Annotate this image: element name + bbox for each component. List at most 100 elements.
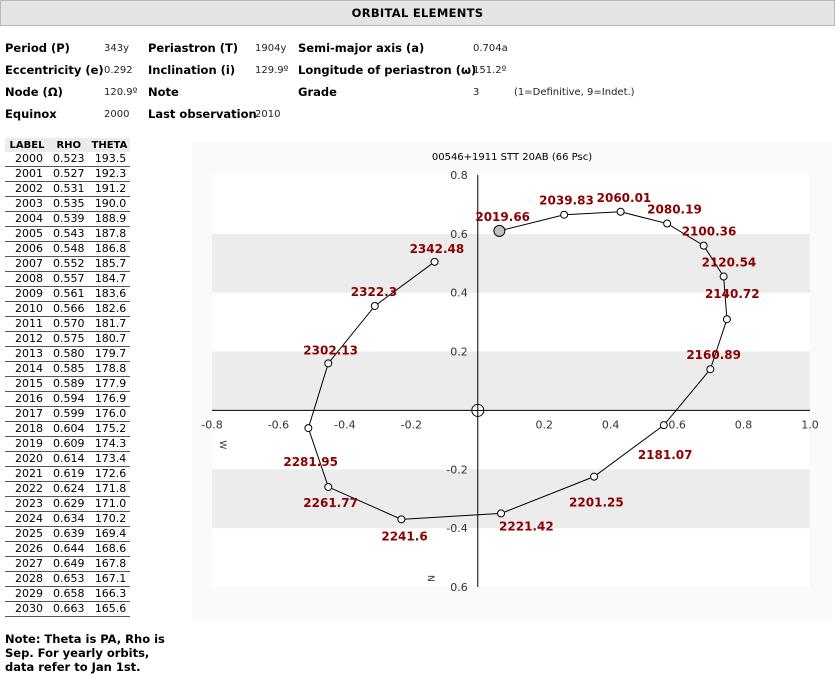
orbit-point-label: 2160.89 [686,348,741,362]
row-rho: 0.594 [49,391,89,407]
table-row: 2005 0.543 187.8 [5,226,131,242]
row-rho: 0.653 [49,571,89,587]
row-label: 2013 [5,346,49,362]
orbit-point [722,315,731,324]
orbit-point-label: 2080.19 [647,203,702,217]
table-row: 2030 0.663 165.6 [5,601,131,617]
table-row: 2017 0.599 176.0 [5,406,131,422]
row-label: 2016 [5,391,49,407]
row-theta: 178.8 [88,361,131,377]
row-theta: 180.7 [88,331,131,347]
row-rho: 0.644 [49,541,89,557]
table-row: 2027 0.649 167.8 [5,556,131,572]
row-label: 2022 [5,481,49,497]
row-theta: 179.7 [88,346,131,362]
row-theta: 187.8 [88,226,131,242]
x-tick-label: -0.6 [268,418,289,431]
orbit-chart: 00546+1911 STT 20AB (66 Psc) -0.8 -0.6 -0.… [201,152,819,594]
row-rho: 0.663 [49,601,89,617]
orbit-point-label: 2261.77 [303,496,358,510]
row-label: 2001 [5,166,49,182]
orbit-point-label: 2302.13 [303,343,358,357]
y-tick-label: 0.8 [450,169,468,182]
row-rho: 0.552 [49,256,89,272]
table-row: 2003 0.535 190.0 [5,196,131,212]
row-rho: 0.629 [49,496,89,512]
row-rho: 0.539 [49,211,89,227]
row-label: 2026 [5,541,49,557]
table-row: 2007 0.552 185.7 [5,256,131,272]
last-observation-value: 2010 [255,109,281,120]
grade-label: Grade [298,85,337,99]
table-row: 2014 0.585 178.8 [5,361,131,377]
orbit-point [663,219,672,228]
row-theta: 173.4 [88,451,131,467]
row-theta: 193.5 [88,152,131,167]
orbit-point-label: 2039.83 [539,194,594,208]
row-rho: 0.599 [49,406,89,422]
eccentricity-label: Eccentricity (e) [5,63,104,77]
table-row: 2009 0.561 183.6 [5,286,131,302]
row-rho: 0.614 [49,451,89,467]
orbit-point-label: 2120.54 [702,256,757,270]
row-rho: 0.543 [49,226,89,242]
x-tick-label: 0.6 [668,418,686,431]
orbit-point [430,257,439,266]
row-label: 2021 [5,466,49,482]
row-rho: 0.658 [49,586,89,602]
y-tick-label: 0.2 [450,346,468,359]
x-tick-label: 0.8 [735,418,753,431]
period-value: 343y [104,43,130,54]
table-row: 2000 0.523 193.5 [5,152,131,167]
y-tick-label: 0.6 [450,581,468,594]
orbit-point [324,359,333,368]
row-label: 2000 [5,152,49,167]
row-rho: 0.566 [49,301,89,317]
node-value: 120.9º [104,87,138,98]
row-rho: 0.580 [49,346,89,362]
row-rho: 0.634 [49,511,89,527]
x-tick-label: -0.2 [401,418,422,431]
row-theta: 176.0 [88,406,131,422]
row-rho: 0.609 [49,436,89,452]
table-row: 2010 0.566 182.6 [5,301,131,317]
row-rho: 0.575 [49,331,89,347]
row-label: 2017 [5,406,49,422]
orbit-point-label: 2322.3 [351,285,397,299]
row-label: 2028 [5,571,49,587]
semimajor-label: Semi-major axis (a) [298,41,425,55]
table-body: 2000 0.523 193.5 2001 0.527 192.3 2002 0.531 191… [5,152,131,617]
row-theta: 171.0 [88,496,131,512]
orbit-point-label: 2181.07 [638,448,693,462]
row-label: 2007 [5,256,49,272]
periastron-value: 1904y [255,43,287,54]
table-row: 2021 0.619 172.6 [5,466,131,482]
row-theta: 172.6 [88,466,131,482]
orbit-point [719,272,728,281]
orbit-point [370,301,379,310]
orbit-point-label: 2221.42 [499,519,554,533]
x-tick-label: 1.0 [801,418,819,431]
table-row: 2026 0.644 168.6 [5,541,131,557]
orbit-point-label: 2140.72 [705,287,760,301]
table-row: 2015 0.589 177.9 [5,376,131,392]
row-rho: 0.548 [49,241,89,257]
table-row: 2022 0.624 171.8 [5,481,131,497]
table-row: 2024 0.634 170.2 [5,511,131,527]
row-rho: 0.649 [49,556,89,572]
y-tick-label: -0.2 [446,463,467,476]
row-rho: 0.527 [49,166,89,182]
orbital-elements-title: ORBITAL ELEMENTS [0,0,835,26]
row-rho: 0.557 [49,271,89,287]
row-theta: 183.6 [88,286,131,302]
inclination-label: Inclination (i) [148,63,236,77]
orbit-point [560,210,569,219]
note-label: Note [148,85,179,99]
orbit-point-label: 2342.48 [410,242,465,256]
row-label: 2018 [5,421,49,437]
row-label: 2014 [5,361,49,377]
semimajor-value: 0.704a [473,43,508,54]
period-label: Period (P) [5,41,70,55]
row-rho: 0.624 [49,481,89,497]
row-theta: 169.4 [88,526,131,542]
